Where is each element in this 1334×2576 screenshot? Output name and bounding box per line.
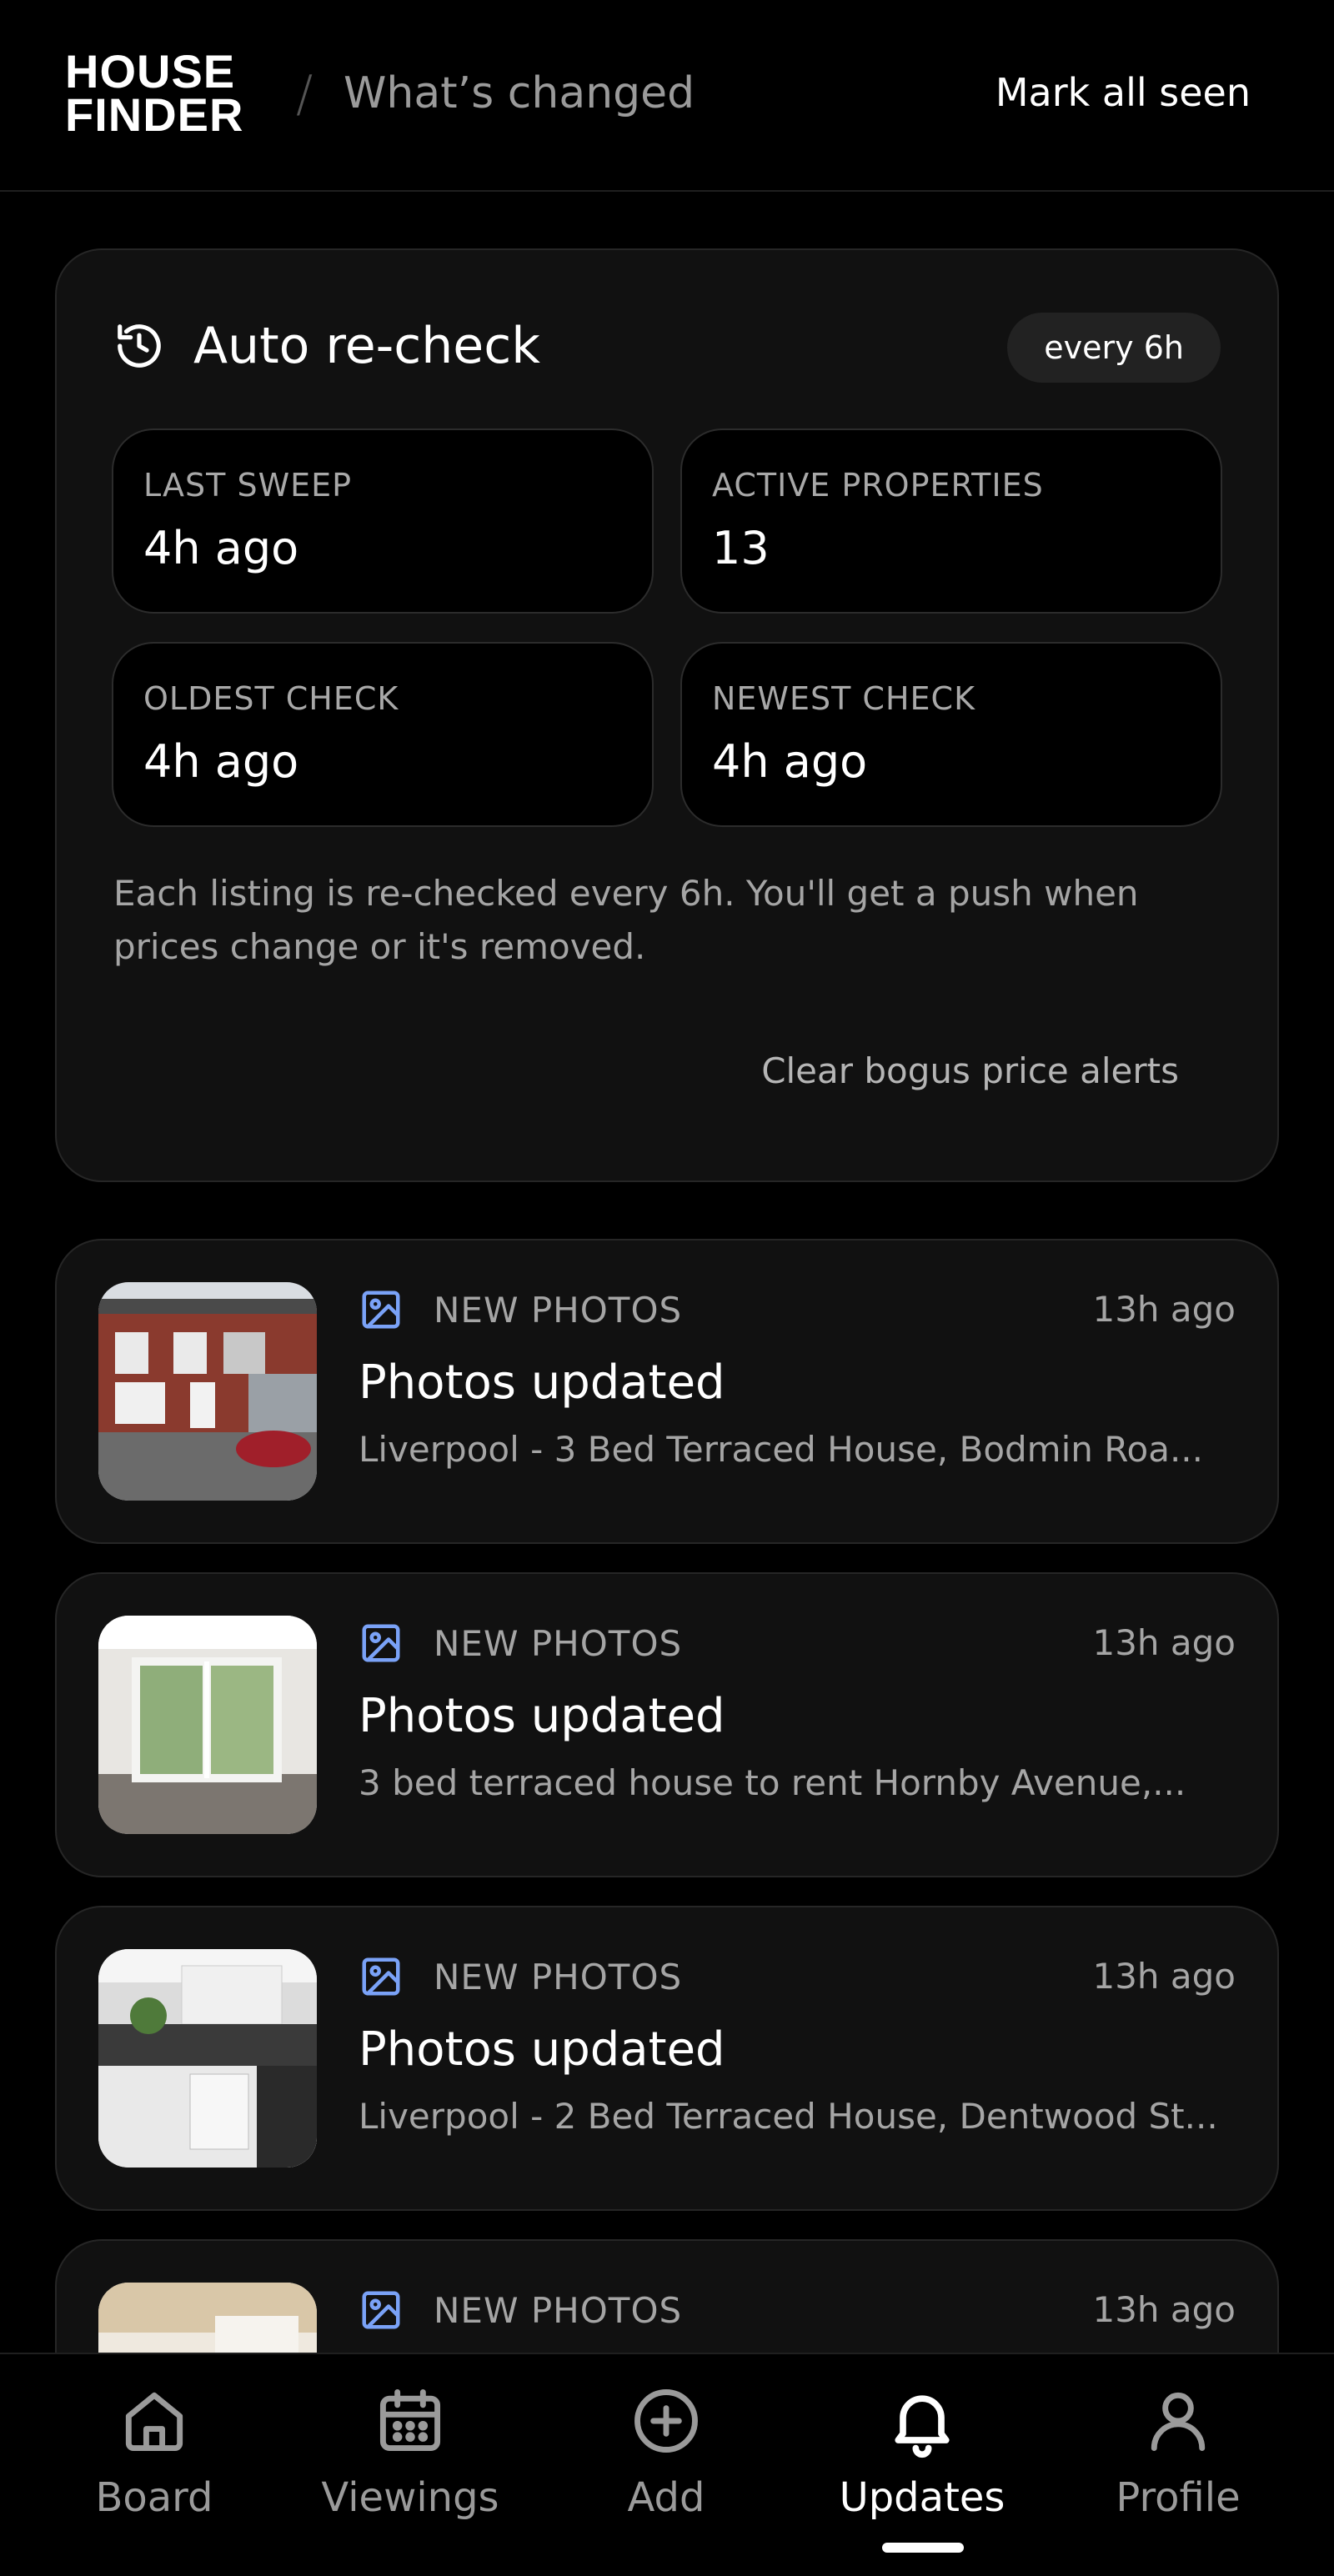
- stat-oldest-check: OLDEST CHECK 4h ago: [112, 642, 654, 827]
- update-item[interactable]: NEW PHOTOS 13h ago Photos updated 3 bed …: [55, 1572, 1279, 1877]
- stat-value: 13: [712, 522, 770, 574]
- bell-icon: [895, 2395, 950, 2458]
- image-icon: [362, 1624, 400, 1662]
- property-thumbnail: [98, 1282, 317, 1501]
- nav-label: Board: [95, 2474, 213, 2521]
- user-icon: [1151, 2392, 1206, 2452]
- update-type: NEW PHOTOS: [359, 1621, 682, 1666]
- update-time: 13h ago: [1092, 1956, 1236, 1997]
- auto-recheck-card: Auto re-check every 6h LAST SWEEP 4h ago…: [55, 248, 1279, 1182]
- nav-board[interactable]: Board: [29, 2383, 279, 2521]
- update-item[interactable]: NEW PHOTOS 13h ago Photos updated Liverp…: [55, 1239, 1279, 1544]
- page-title: What’s changed: [344, 68, 695, 118]
- stat-last-sweep: LAST SWEEP 4h ago: [112, 428, 654, 614]
- update-item[interactable]: NEW PHOTOS 13h ago Photos updated Liverp…: [55, 1906, 1279, 2211]
- update-type-label: NEW PHOTOS: [434, 2289, 683, 2331]
- stat-value: 4h ago: [143, 735, 299, 788]
- stat-label: NEWEST CHECK: [712, 680, 975, 717]
- update-type-label: NEW PHOTOS: [434, 1956, 683, 1997]
- update-type: NEW PHOTOS: [359, 2288, 682, 2333]
- update-type-label: NEW PHOTOS: [434, 1622, 683, 1664]
- update-subtitle: Liverpool - 2 Bed Terraced House, Dentwo…: [359, 2096, 1218, 2137]
- update-time: 13h ago: [1092, 1289, 1236, 1330]
- recheck-title: Auto re-check: [193, 317, 540, 375]
- update-time: 13h ago: [1092, 2289, 1236, 2330]
- nav-updates[interactable]: Updates: [797, 2383, 1047, 2521]
- nav-label: Updates: [839, 2474, 1006, 2521]
- update-title: Photos updated: [359, 1356, 725, 1410]
- image-icon: [362, 1957, 400, 1996]
- plus-circle-icon: [634, 2389, 698, 2453]
- property-thumbnail: [98, 1949, 317, 2168]
- stat-label: LAST SWEEP: [143, 467, 353, 504]
- update-type-label: NEW PHOTOS: [434, 1289, 683, 1331]
- recheck-header: Auto re-check: [113, 317, 540, 375]
- frequency-badge: every 6h: [1007, 313, 1221, 383]
- breadcrumb-separator: /: [296, 65, 313, 123]
- active-tab-indicator: [882, 2543, 964, 2553]
- nav-label: Profile: [1116, 2474, 1241, 2521]
- home-icon: [125, 2392, 183, 2452]
- nav-label: Viewings: [321, 2474, 499, 2521]
- stat-value: 4h ago: [143, 522, 299, 574]
- recheck-description: Each listing is re-checked every 6h. You…: [113, 873, 1139, 967]
- bottom-navigation: Board Viewings Add Updates Profile: [0, 2353, 1334, 2576]
- update-type: NEW PHOTOS: [359, 1287, 682, 1332]
- app-header: HOUSE FINDER / What’s changed Mark all s…: [0, 0, 1334, 192]
- update-subtitle: 3 bed terraced house to rent Hornby Aven…: [359, 1762, 1186, 1803]
- update-type: NEW PHOTOS: [359, 1954, 682, 1999]
- logo-line-1: HOUSE: [65, 45, 236, 98]
- stat-newest-check: NEWEST CHECK 4h ago: [680, 642, 1222, 827]
- property-thumbnail: [98, 1616, 317, 1834]
- stat-active-properties: ACTIVE PROPERTIES 13: [680, 428, 1222, 614]
- housefinder-logo[interactable]: HOUSE FINDER: [65, 45, 244, 141]
- stat-label: ACTIVE PROPERTIES: [712, 467, 1044, 504]
- mark-all-seen-button[interactable]: Mark all seen: [995, 70, 1251, 115]
- clear-bogus-alerts-button[interactable]: Clear bogus price alerts: [761, 1050, 1179, 1091]
- update-title: Photos updated: [359, 2022, 725, 2077]
- calendar-icon: [379, 2389, 441, 2452]
- image-icon: [362, 1291, 400, 1329]
- image-icon: [362, 2291, 400, 2329]
- update-time: 13h ago: [1092, 1622, 1236, 1663]
- history-icon: [118, 324, 161, 368]
- nav-label: Add: [627, 2474, 705, 2521]
- update-title: Photos updated: [359, 1689, 725, 1743]
- nav-profile[interactable]: Profile: [1053, 2383, 1303, 2521]
- stat-label: OLDEST CHECK: [143, 680, 399, 717]
- nav-viewings[interactable]: Viewings: [285, 2383, 535, 2521]
- nav-add[interactable]: Add: [541, 2383, 791, 2521]
- logo-line-2: FINDER: [65, 88, 244, 141]
- stat-value: 4h ago: [712, 735, 868, 788]
- update-subtitle: Liverpool - 3 Bed Terraced House, Bodmin…: [359, 1429, 1204, 1470]
